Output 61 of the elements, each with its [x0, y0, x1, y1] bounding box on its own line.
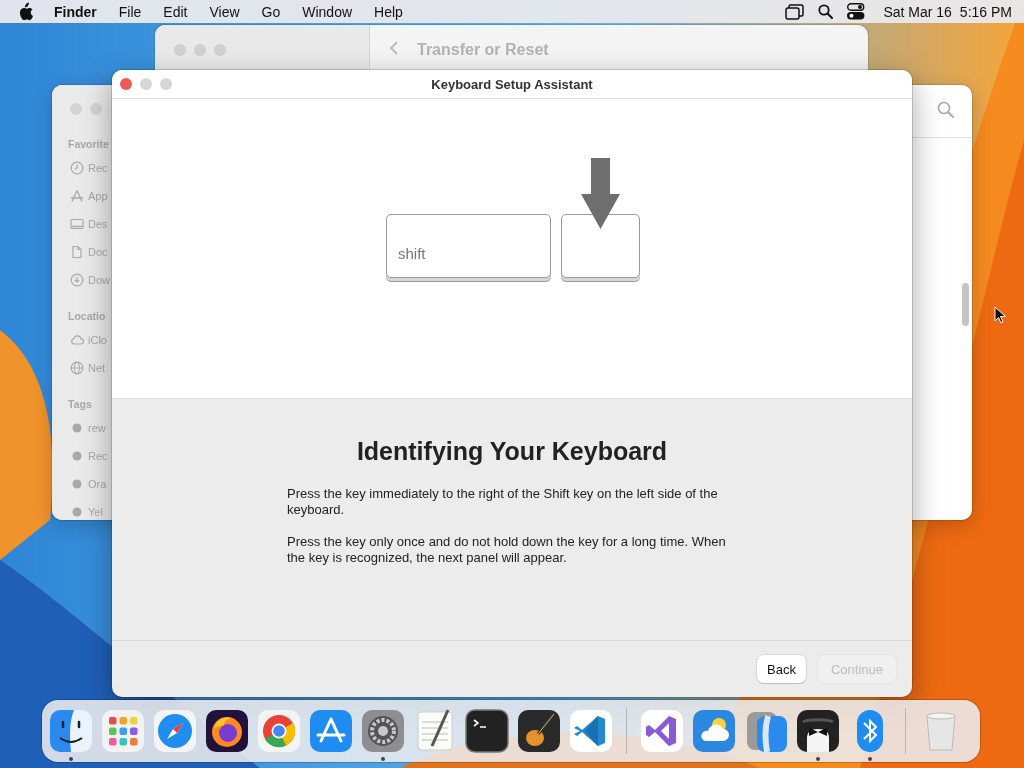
app-grid-icon[interactable] — [100, 708, 146, 754]
pencil-a-icon[interactable] — [308, 708, 354, 754]
ribbon-icon[interactable] — [639, 708, 685, 754]
scroll-thumb[interactable] — [962, 283, 969, 326]
cloud-sun-icon[interactable] — [691, 708, 737, 754]
back-chevron-icon[interactable] — [390, 41, 399, 55]
menu-item[interactable]: File — [107, 3, 153, 20]
sidebar-item[interactable]: iClo — [88, 334, 107, 346]
menu-item[interactable]: Finder — [43, 3, 108, 20]
sidebar-item[interactable]: Des — [88, 218, 108, 230]
control-center-icon[interactable] — [847, 3, 866, 20]
menu-item[interactable]: Help — [363, 3, 414, 20]
back-button[interactable]: Back — [757, 655, 806, 683]
app-store-icon — [70, 189, 84, 203]
tag-dot-icon — [70, 505, 84, 519]
download-icon — [70, 273, 84, 287]
menu-item[interactable]: Go — [250, 3, 292, 20]
heading: Identifying Your Keyboard — [356, 437, 668, 466]
sidebar-heading: Locatio — [68, 309, 107, 323]
sidebar-item[interactable]: Yel — [88, 506, 103, 518]
desktop-icon — [70, 217, 84, 231]
menu-item[interactable]: View — [198, 3, 251, 20]
sidebar-item[interactable]: rew — [88, 422, 106, 434]
cursor-icon — [994, 306, 1007, 324]
sidebar-item[interactable]: Net — [88, 362, 106, 374]
smiling-face-icon[interactable] — [48, 708, 94, 754]
clock-icon — [70, 161, 84, 175]
menu-clock[interactable]: 5:16 PM — [959, 3, 1012, 20]
compass-icon[interactable] — [152, 708, 198, 754]
color-ring-icon[interactable] — [256, 708, 302, 754]
guitar-icon[interactable] — [516, 708, 562, 754]
menu-item[interactable]: Edit — [152, 3, 199, 20]
sidebar-item[interactable]: Dow — [88, 274, 110, 286]
menu-date[interactable]: Sat Mar 16 — [883, 3, 952, 20]
window-control-button[interactable] — [120, 78, 132, 90]
sidebar-heading: Favorite — [68, 137, 110, 151]
document-icon — [70, 245, 84, 259]
screen-mirroring-icon[interactable] — [785, 3, 805, 20]
down-arrow-icon — [581, 158, 621, 230]
sidebar-item[interactable]: Ora — [88, 478, 107, 490]
apple-logo-icon[interactable] — [18, 2, 33, 21]
menu-item[interactable]: Window — [291, 3, 364, 20]
terminal-icon[interactable] — [464, 708, 510, 754]
window-title: Keyboard Setup Assistant — [431, 76, 593, 92]
tag-dot-icon — [70, 449, 84, 463]
sidebar-item[interactable]: Rec — [88, 162, 108, 174]
instruction-text: Press the key only once and do not hold down the key for a long time. When the key is recognized, the next panel will appear. — [287, 534, 727, 566]
sidebar-item[interactable]: Rec — [88, 450, 108, 462]
globe-icon — [70, 361, 84, 375]
bow-tie-figure-icon[interactable] — [795, 708, 841, 754]
window-title: Transfer or Reset — [417, 41, 549, 59]
search-icon[interactable] — [818, 4, 834, 19]
tag-dot-icon — [70, 477, 84, 491]
cloud-icon — [70, 333, 84, 347]
sidebar-heading: Tags — [68, 397, 93, 411]
sidebar-item[interactable]: App — [88, 190, 108, 202]
code-ribbon-icon[interactable] — [568, 708, 614, 754]
instruction-text: Press the key immediately to the right of the Shift key on the left side of the keyboard. — [287, 486, 719, 518]
tag-dot-icon — [70, 421, 84, 435]
gear-icon[interactable] — [360, 708, 406, 754]
sidebar-item[interactable]: Doc — [88, 246, 108, 258]
